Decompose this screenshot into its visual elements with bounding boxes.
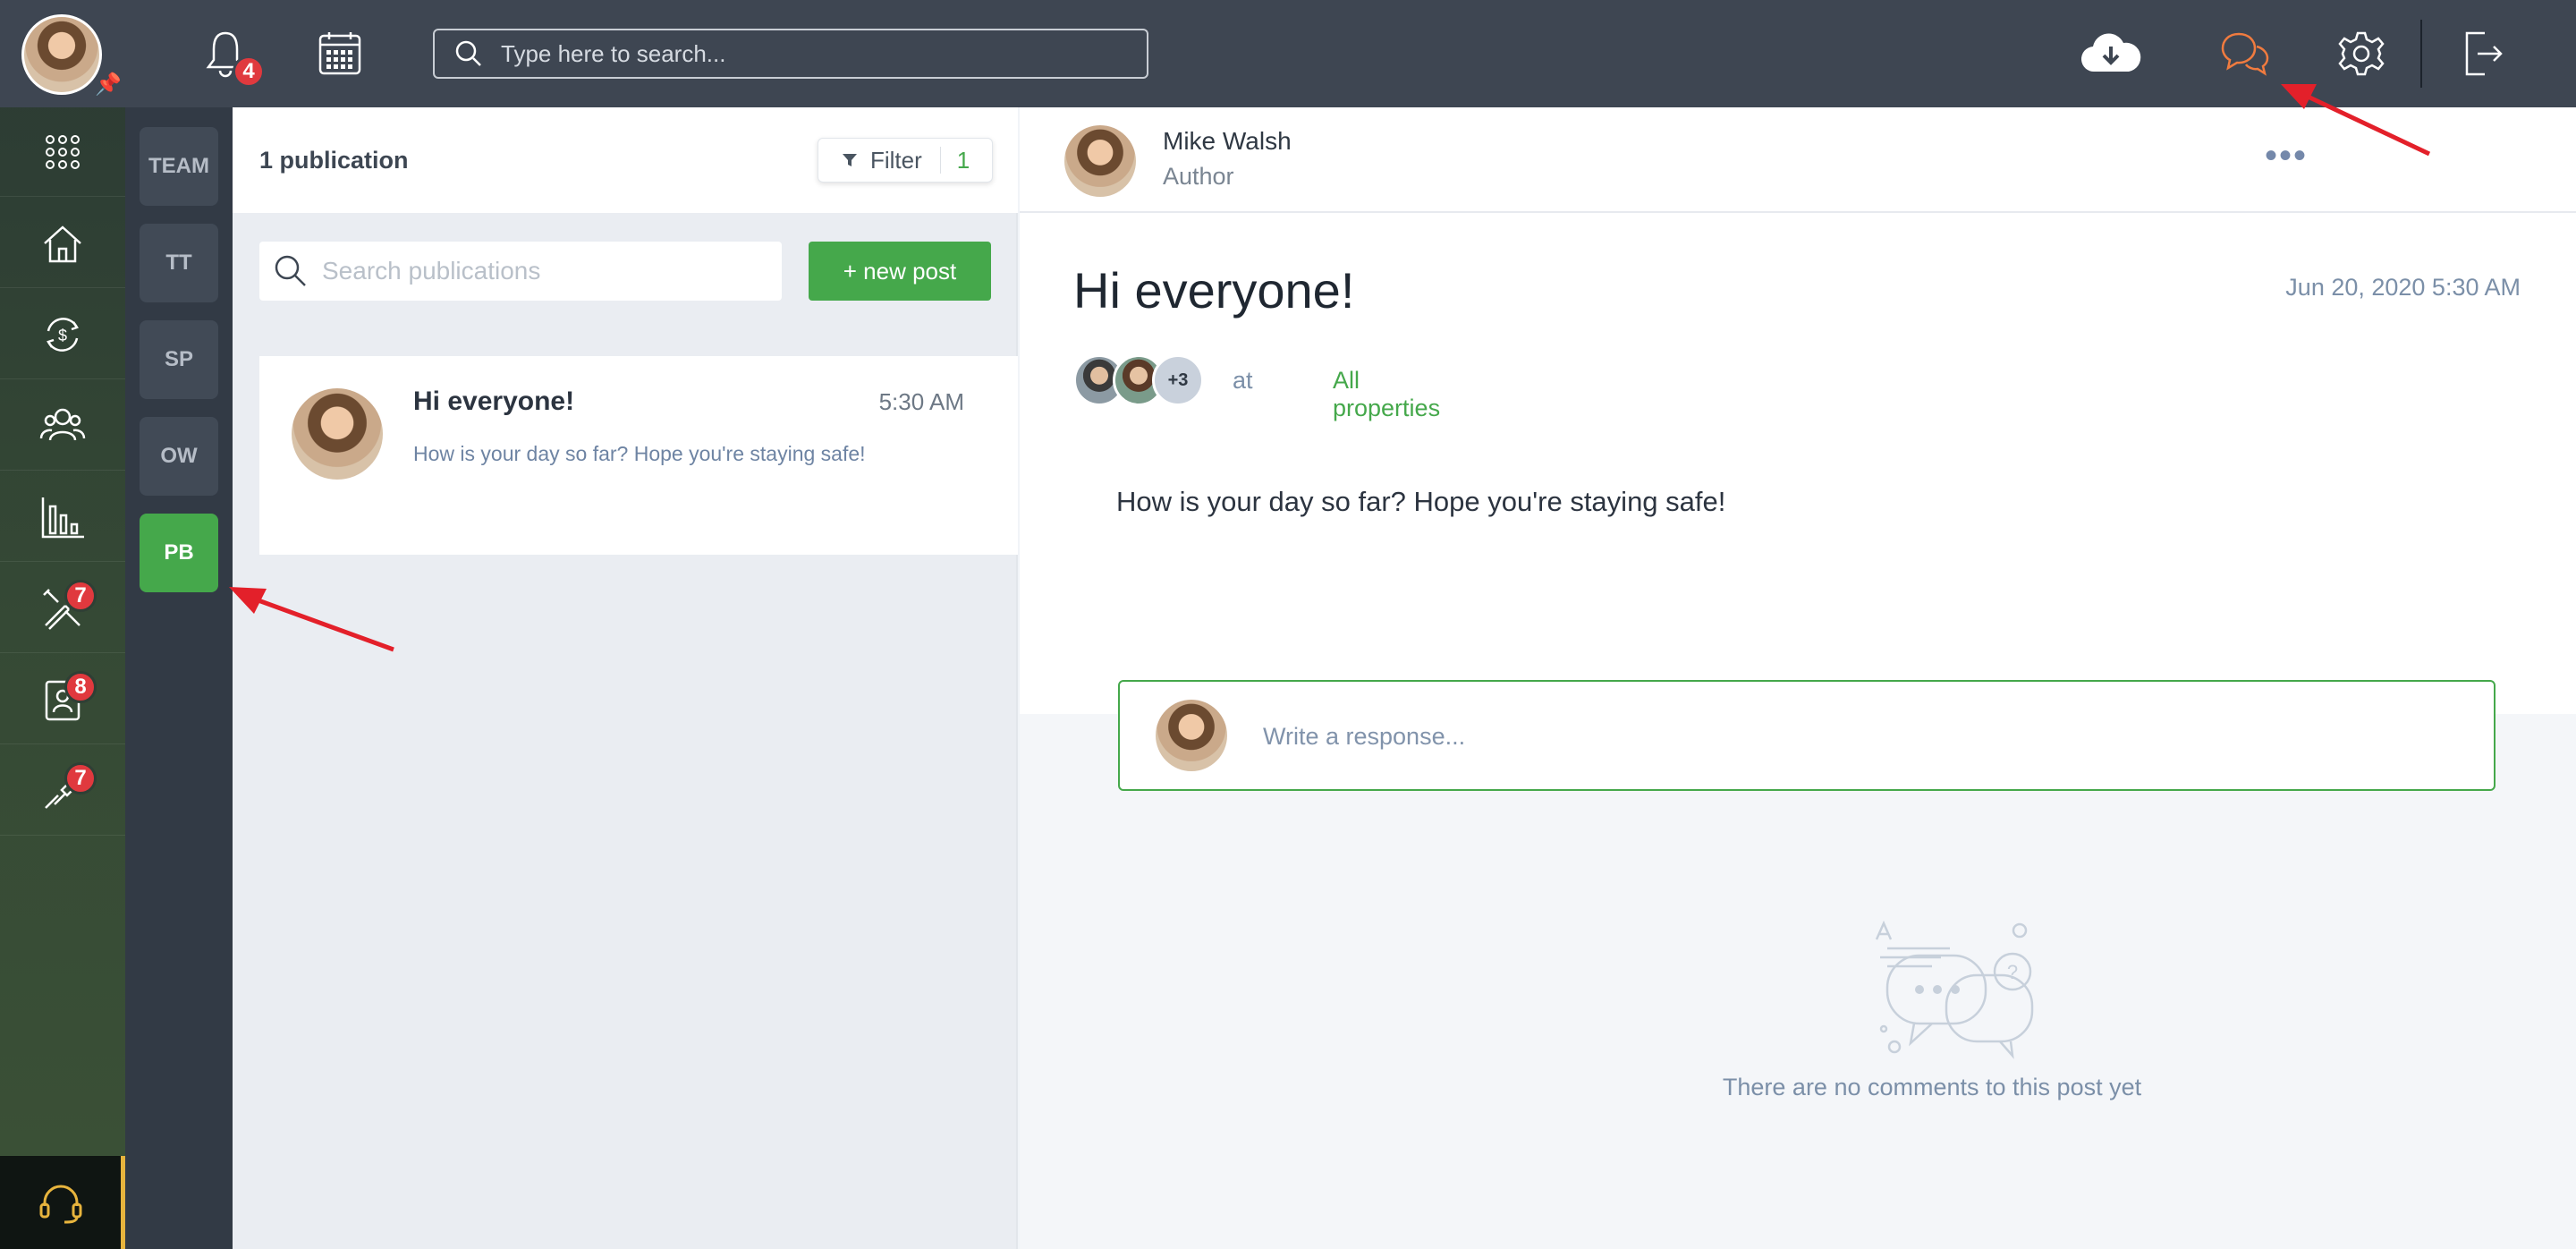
gear-icon (2338, 31, 2385, 76)
post-content: Hi everyone! Jun 20, 2020 5:30 AM +3 at … (1020, 213, 2576, 714)
finance-icon: $ (47, 317, 79, 352)
publications-list-pane: 1 publication Filter 1 Search publicatio… (233, 107, 1018, 1249)
filter-icon (843, 154, 857, 166)
post-detail-pane: Mike Walsh Author ••• Hi everyone! Jun 2… (1020, 107, 2576, 1249)
rail-apps[interactable] (0, 107, 125, 197)
tenant-badge: 8 (64, 671, 97, 703)
reports-icon (41, 497, 84, 538)
post-item-title: Hi everyone! (413, 387, 575, 416)
calendar-button[interactable] (304, 0, 376, 107)
group-sp[interactable]: SP (140, 320, 218, 399)
response-input[interactable]: Write a response... (1118, 680, 2496, 791)
profile-area: 📌 (0, 0, 125, 107)
empty-comments-text: There are no comments to this post yet (1722, 1074, 2142, 1100)
support-button[interactable] (0, 1156, 125, 1249)
rail-tools[interactable]: 7 (0, 746, 125, 836)
svg-text:?: ? (2007, 961, 2018, 983)
new-post-button[interactable]: + new post (809, 242, 991, 301)
chat-icon (2221, 32, 2269, 76)
post-body-text: How is your day so far? Hope you're stay… (1116, 486, 1726, 517)
headset-icon (39, 1185, 81, 1224)
post-title: Hi everyone! (1073, 262, 1355, 319)
response-placeholder: Write a response... (1263, 723, 1466, 750)
calendar-icon (318, 32, 361, 75)
logout-button[interactable] (2447, 0, 2519, 107)
logout-icon (2465, 31, 2503, 76)
pin-icon[interactable]: 📌 (95, 72, 122, 98)
groups-column: TEAM TT SP OW PB (125, 107, 233, 1249)
apps-icon (46, 134, 80, 169)
publication-count: 1 publication (259, 147, 409, 174)
author-avatar (1064, 125, 1136, 197)
current-user-avatar (1156, 700, 1227, 771)
people-icon (39, 408, 86, 440)
filter-divider (939, 147, 941, 174)
chat-button[interactable] (2209, 0, 2281, 107)
search-icon (275, 255, 306, 286)
notifications-badge: 4 (233, 55, 265, 88)
post-list-item[interactable]: Hi everyone! 5:30 AM How is your day so … (259, 356, 1018, 555)
maintenance-badge: 7 (64, 580, 97, 612)
tools-badge: 7 (64, 762, 97, 794)
home-icon (44, 225, 81, 262)
rail-people[interactable] (0, 381, 125, 471)
post-date: Jun 20, 2020 5:30 AM (2285, 274, 2521, 301)
global-search-input[interactable]: Type here to search... (433, 29, 1148, 79)
cloud-download-icon (2080, 33, 2141, 72)
post-detail-header: Mike Walsh Author ••• (1020, 107, 2576, 213)
author-name: Mike Walsh (1163, 127, 1292, 155)
top-bar: 4 Type here to search... (125, 0, 2576, 107)
group-ow[interactable]: OW (140, 417, 218, 496)
group-team[interactable]: TEAM (140, 127, 218, 206)
group-tt[interactable]: TT (140, 224, 218, 302)
author-role: Author (1163, 163, 1234, 190)
rail-reports[interactable] (0, 472, 125, 562)
group-pb[interactable]: PB (140, 514, 218, 592)
svg-text:$: $ (58, 327, 67, 344)
rail-tenant[interactable]: 8 (0, 655, 125, 744)
filter-count: 1 (956, 146, 970, 174)
topbar-divider (2420, 20, 2422, 88)
publications-search-input[interactable]: Search publications (259, 242, 782, 301)
user-avatar[interactable] (21, 14, 102, 95)
empty-comments-illustration: ? (1875, 920, 2034, 1059)
filter-label: Filter (870, 146, 922, 174)
more-options-button[interactable]: ••• (2265, 136, 2308, 176)
rail-home[interactable] (0, 199, 125, 288)
filter-button[interactable]: Filter 1 (818, 138, 993, 183)
publications-search-placeholder: Search publications (322, 257, 541, 285)
post-item-snippet: How is your day so far? Hope you're stay… (413, 442, 866, 465)
settings-button[interactable] (2326, 0, 2397, 107)
post-author-avatar (292, 388, 383, 480)
rail-finance[interactable]: $ (0, 290, 125, 379)
download-button[interactable] (2075, 0, 2147, 107)
at-label: at (1233, 367, 1253, 394)
empty-comments-state: ? There are no comments to this post yet (1646, 913, 2218, 1100)
left-rail: 📌 $ 7 8 7 (0, 0, 125, 1249)
post-item-time: 5:30 AM (878, 388, 964, 415)
global-search-placeholder: Type here to search... (501, 39, 726, 67)
notifications-button[interactable]: 4 (190, 0, 265, 107)
location-link[interactable]: All properties (1333, 367, 1440, 422)
rail-maintenance[interactable]: 7 (0, 564, 125, 653)
more-recipients-badge[interactable]: +3 (1152, 354, 1204, 406)
list-header: 1 publication Filter 1 (233, 107, 1018, 213)
search-icon (455, 40, 481, 66)
